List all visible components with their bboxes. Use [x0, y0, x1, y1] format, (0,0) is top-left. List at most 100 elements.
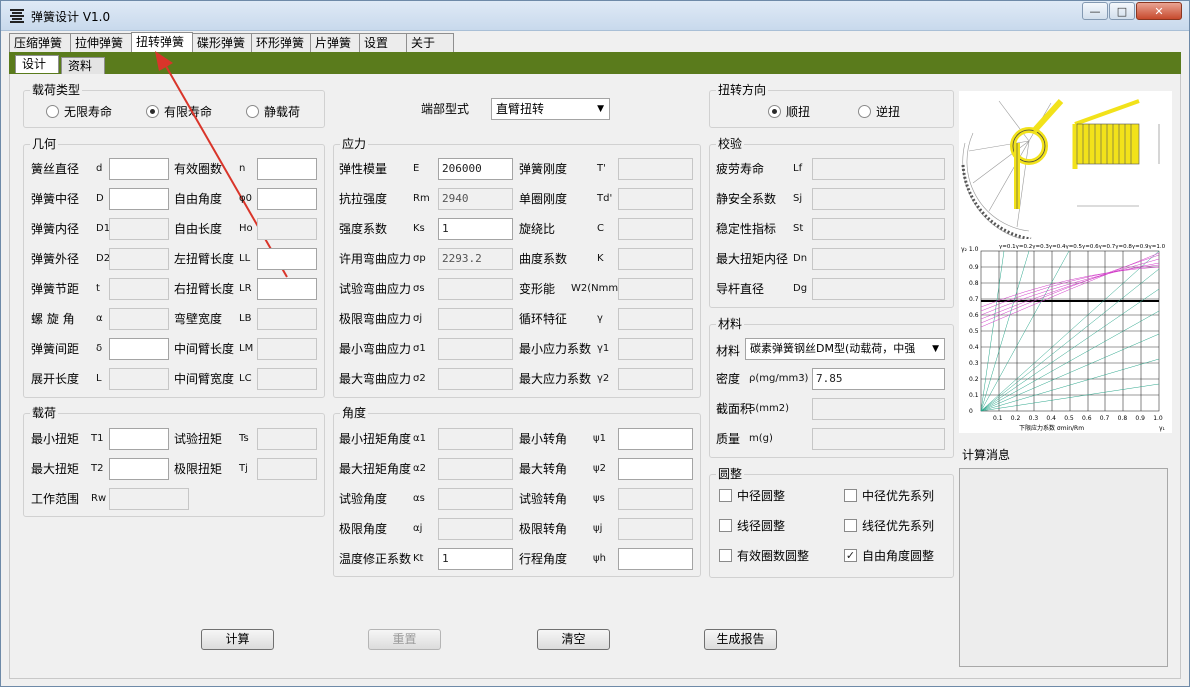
- generate-report-button[interactable]: 生成报告: [704, 629, 777, 650]
- angle-right-4-field[interactable]: [618, 548, 693, 570]
- graph-y-tick: 0.5: [969, 328, 979, 335]
- rounding-check-5[interactable]: ✓: [844, 549, 857, 562]
- load-right-1-field[interactable]: [257, 458, 317, 480]
- check-0-field[interactable]: [812, 158, 945, 180]
- radio-unlimited-life[interactable]: [46, 105, 59, 118]
- angle-left-2-symbol: αs: [413, 493, 425, 504]
- geometry-right-1-label: 自由角度: [174, 192, 223, 206]
- material-1-field[interactable]: [812, 398, 945, 420]
- geometry-right-0-symbol: n: [239, 163, 246, 174]
- geometry-right-4-field[interactable]: [257, 278, 317, 300]
- close-button[interactable]: ✕: [1136, 2, 1182, 20]
- geometry-right-7-label: 中间臂宽度: [174, 372, 235, 386]
- calculate-button[interactable]: 计算: [201, 629, 274, 650]
- rounding-check-0[interactable]: [719, 489, 732, 502]
- check-1-field[interactable]: [812, 188, 945, 210]
- clear-button[interactable]: 清空: [537, 629, 610, 650]
- load-left-2-field[interactable]: [109, 488, 189, 510]
- geometry-left-6-field[interactable]: [109, 338, 169, 360]
- stress-right-2-field[interactable]: [618, 218, 693, 240]
- load-right-1-label: 极限扭矩: [174, 462, 223, 476]
- graph-y-tick: 0.9: [969, 264, 979, 271]
- check-title: 校验: [716, 137, 745, 151]
- material-2-field[interactable]: [812, 428, 945, 450]
- stress-left-1-field[interactable]: 2940: [438, 188, 513, 210]
- rounding-check-4[interactable]: [719, 549, 732, 562]
- check-2-field[interactable]: [812, 218, 945, 240]
- geometry-left-3-field[interactable]: [109, 248, 169, 270]
- geometry-left-0-field[interactable]: [109, 158, 169, 180]
- tab-torsion[interactable]: 扭转弹簧: [131, 32, 193, 52]
- stress-left-6-field[interactable]: [438, 338, 513, 360]
- angle-right-2-field[interactable]: [618, 488, 693, 510]
- stress-right-6-field[interactable]: [618, 338, 693, 360]
- geometry-left-3-label: 弹簧外径: [31, 252, 80, 266]
- tab-compression[interactable]: 压缩弹簧: [9, 33, 71, 52]
- angle-right-0-field[interactable]: [618, 428, 693, 450]
- stress-right-4-field[interactable]: [618, 278, 693, 300]
- stress-left-7-field[interactable]: [438, 368, 513, 390]
- graph-x-title: 下限应力系数 σmin/Rm: [1019, 424, 1084, 432]
- messages-box[interactable]: [959, 468, 1168, 667]
- geometry-left-7-field[interactable]: [109, 368, 169, 390]
- material-select[interactable]: 碳素弹簧钢丝DM型(动载荷，中强 ▼: [745, 338, 945, 360]
- check-3-field[interactable]: [812, 248, 945, 270]
- minimize-button[interactable]: —: [1082, 2, 1108, 20]
- load-left-1-field[interactable]: [109, 458, 169, 480]
- subtab-design[interactable]: 设计: [15, 55, 59, 73]
- angle-right-3-field[interactable]: [618, 518, 693, 540]
- material-0-field[interactable]: 7.85: [812, 368, 945, 390]
- subtab-data[interactable]: 资料: [61, 57, 105, 74]
- geometry-right-2-field[interactable]: [257, 218, 317, 240]
- geometry-right-1-field[interactable]: [257, 188, 317, 210]
- reset-button[interactable]: 重置: [368, 629, 441, 650]
- stress-left-5-field[interactable]: [438, 308, 513, 330]
- graph-y-top-label: γ₂ 1.0: [961, 246, 979, 253]
- angle-left-2-field[interactable]: [438, 488, 513, 510]
- end-type-select[interactable]: 直臂扭转 ▼: [491, 98, 610, 120]
- check-0-symbol: Lf: [793, 163, 803, 174]
- geometry-right-5-field[interactable]: [257, 308, 317, 330]
- geometry-left-2-field[interactable]: [109, 218, 169, 240]
- tab-leaf[interactable]: 片弹簧: [310, 33, 360, 52]
- angle-right-1-field[interactable]: [618, 458, 693, 480]
- radio-reverse-twist[interactable]: [858, 105, 871, 118]
- geometry-left-4-field[interactable]: [109, 278, 169, 300]
- stress-left-3-field[interactable]: 2293.2: [438, 248, 513, 270]
- stress-right-5-field[interactable]: [618, 308, 693, 330]
- load-left-0-field[interactable]: [109, 428, 169, 450]
- angle-left-1-field[interactable]: [438, 458, 513, 480]
- stress-left-2-field[interactable]: 1: [438, 218, 513, 240]
- stress-right-3-field[interactable]: [618, 248, 693, 270]
- stress-right-0-field[interactable]: [618, 158, 693, 180]
- graph-x-tick: 0.9: [1135, 415, 1145, 422]
- tab-about[interactable]: 关于: [406, 33, 454, 52]
- geometry-title: 几何: [30, 137, 59, 151]
- tab-extension[interactable]: 拉伸弹簧: [70, 33, 132, 52]
- maximize-button[interactable]: □: [1109, 2, 1135, 20]
- direction-group: 扭转方向 顺扭 逆扭: [709, 83, 954, 128]
- geometry-right-7-field[interactable]: [257, 368, 317, 390]
- stress-left-0-field[interactable]: 206000: [438, 158, 513, 180]
- rounding-check-2[interactable]: [719, 519, 732, 532]
- geometry-right-0-field[interactable]: [257, 158, 317, 180]
- angle-left-4-field[interactable]: 1: [438, 548, 513, 570]
- tab-settings[interactable]: 设置: [359, 33, 407, 52]
- radio-forward-twist[interactable]: [768, 105, 781, 118]
- stress-left-4-field[interactable]: [438, 278, 513, 300]
- geometry-left-5-field[interactable]: [109, 308, 169, 330]
- load-right-0-field[interactable]: [257, 428, 317, 450]
- geometry-left-1-field[interactable]: [109, 188, 169, 210]
- geometry-right-6-field[interactable]: [257, 338, 317, 360]
- rounding-check-1[interactable]: [844, 489, 857, 502]
- stress-right-7-field[interactable]: [618, 368, 693, 390]
- stress-right-1-field[interactable]: [618, 188, 693, 210]
- tab-ring[interactable]: 环形弹簧: [251, 33, 311, 52]
- geometry-right-3-field[interactable]: [257, 248, 317, 270]
- angle-left-3-field[interactable]: [438, 518, 513, 540]
- geometry-right-3-symbol: LL: [239, 253, 251, 264]
- rounding-check-3[interactable]: [844, 519, 857, 532]
- tab-disc[interactable]: 碟形弹簧: [192, 33, 252, 52]
- check-4-field[interactable]: [812, 278, 945, 300]
- angle-left-0-field[interactable]: [438, 428, 513, 450]
